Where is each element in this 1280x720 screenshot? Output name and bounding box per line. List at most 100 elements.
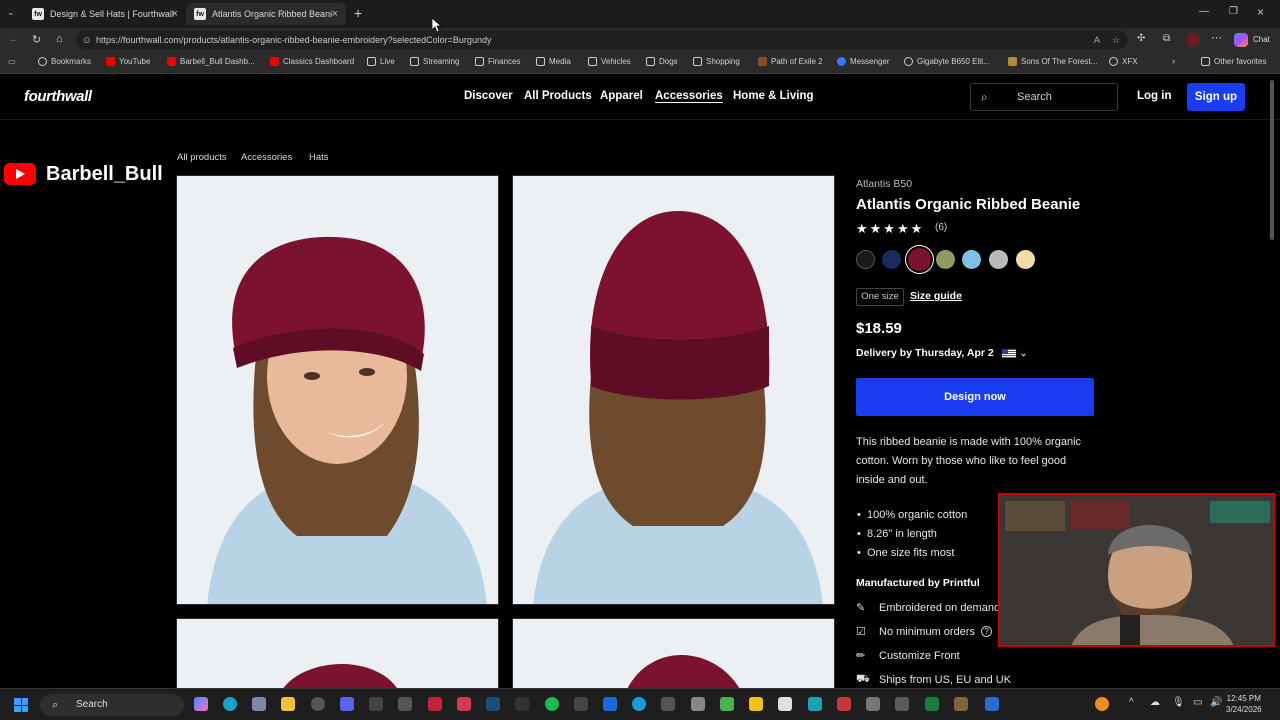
- notification-app-icon[interactable]: [1095, 697, 1109, 711]
- spotify-icon[interactable]: [545, 697, 559, 711]
- rating-stars[interactable]: ★★★★★: [856, 221, 924, 237]
- app-icon[interactable]: [515, 697, 529, 711]
- copilot-icon[interactable]: [1234, 33, 1248, 47]
- bookmark-item[interactable]: Vehicles: [588, 57, 631, 66]
- login-link[interactable]: Log in: [1137, 90, 1172, 102]
- onedrive-icon[interactable]: ☁: [1150, 697, 1160, 708]
- bookmark-item[interactable]: Messenger: [837, 57, 890, 66]
- microphone-icon[interactable]: 🎙: [1172, 697, 1185, 708]
- site-info-icon[interactable]: ⊙: [83, 31, 91, 49]
- bookmark-item[interactable]: Dogs: [646, 57, 678, 66]
- steam-icon[interactable]: [486, 697, 500, 711]
- app-icon[interactable]: [749, 697, 763, 711]
- bookmark-item[interactable]: XFX: [1109, 57, 1138, 66]
- favorite-star-icon[interactable]: ☆: [1112, 31, 1120, 49]
- size-guide-link[interactable]: Size guide: [910, 290, 962, 302]
- swatch-color[interactable]: [962, 250, 981, 269]
- app-icon[interactable]: [985, 697, 999, 711]
- tab-design-sell-hats[interactable]: fw Design & Sell Hats | Fourthwall ×: [24, 3, 186, 25]
- breadcrumb-all-products[interactable]: All products: [177, 152, 227, 163]
- bookmark-item[interactable]: Gigabyte B650 Elit...: [904, 57, 990, 66]
- search-input[interactable]: ⌕ Search: [970, 83, 1118, 111]
- extensions-icon[interactable]: ✣: [1137, 33, 1145, 44]
- speaker-icon[interactable]: 🔊: [1210, 697, 1222, 708]
- bookmark-item[interactable]: Barbell_Bull Dashb...: [167, 57, 255, 66]
- app-icon[interactable]: [837, 697, 851, 711]
- url-field[interactable]: ⊙ https://fourthwall.com/products/atlant…: [76, 31, 1128, 49]
- tab-list-chevron-icon[interactable]: ⌄: [7, 7, 15, 18]
- copilot-icon[interactable]: [194, 697, 208, 711]
- bookmark-item[interactable]: YouTube: [106, 57, 150, 66]
- read-aloud-icon[interactable]: A: [1094, 31, 1100, 49]
- bookmark-item[interactable]: Sons Of The Forest...: [1008, 57, 1097, 66]
- swatch-color[interactable]: [989, 250, 1008, 269]
- more-menu-icon[interactable]: ⋯: [1211, 31, 1222, 44]
- edge-icon[interactable]: [223, 697, 237, 711]
- bookmark-item[interactable]: Streaming: [410, 57, 459, 66]
- back-icon[interactable]: ←: [8, 33, 19, 45]
- windows-start-icon[interactable]: [14, 698, 28, 712]
- bookmark-item[interactable]: Media: [536, 57, 571, 66]
- swatch-color[interactable]: [856, 250, 875, 269]
- app-icon[interactable]: [895, 697, 909, 711]
- breadcrumb-hats[interactable]: Hats: [309, 152, 329, 163]
- file-explorer-icon[interactable]: [281, 697, 295, 711]
- product-photo-4[interactable]: [512, 618, 835, 698]
- nav-all-products[interactable]: All Products: [524, 90, 592, 102]
- delivery-estimate[interactable]: Delivery by Thursday, Apr 2 ⌄: [856, 347, 1027, 359]
- minimize-icon[interactable]: —: [1199, 6, 1209, 17]
- design-now-button[interactable]: Design now: [856, 378, 1094, 416]
- nav-apparel[interactable]: Apparel: [600, 90, 643, 102]
- bookmark-item[interactable]: Classics Dashboard: [270, 57, 354, 66]
- taskbar-clock[interactable]: 12:45 PM 3/24/2026: [1226, 693, 1262, 715]
- app-icon[interactable]: [778, 697, 792, 711]
- product-photo-front[interactable]: [176, 175, 499, 605]
- page-scrollbar[interactable]: [1270, 80, 1274, 240]
- new-tab-icon[interactable]: +: [354, 5, 362, 21]
- bookmark-item[interactable]: Live: [367, 57, 395, 66]
- app-icon[interactable]: [808, 697, 822, 711]
- swatch-color[interactable]: [882, 250, 901, 269]
- tab-atlantis-beanie[interactable]: fw Atlantis Organic Ribbed Beanie | F ×: [186, 3, 346, 25]
- app-icon[interactable]: [398, 697, 412, 711]
- app-icon[interactable]: [632, 697, 646, 711]
- signup-button[interactable]: Sign up: [1187, 83, 1245, 111]
- bookmark-item[interactable]: Bookmarks: [38, 57, 91, 66]
- app-icon[interactable]: [369, 697, 383, 711]
- bookmark-item-other[interactable]: Other favorites: [1201, 57, 1266, 66]
- app-icon[interactable]: [457, 697, 471, 711]
- settings-icon[interactable]: [252, 697, 266, 711]
- taskbar-search[interactable]: ⌕ Search: [40, 694, 184, 716]
- tray-overflow-icon[interactable]: ^: [1129, 697, 1134, 708]
- app-icon[interactable]: [866, 697, 880, 711]
- size-option[interactable]: One size: [856, 288, 904, 306]
- fourthwall-logo[interactable]: fourthwall: [24, 88, 92, 105]
- info-icon[interactable]: ?: [980, 626, 992, 637]
- maximize-icon[interactable]: ❐: [1229, 6, 1238, 17]
- bookmark-toggle-icon[interactable]: ▭: [8, 57, 16, 66]
- chat-label[interactable]: Chat: [1253, 35, 1270, 44]
- nav-home-living[interactable]: Home & Living: [733, 90, 814, 102]
- app-icon[interactable]: [574, 697, 588, 711]
- nav-accessories[interactable]: Accessories: [655, 90, 723, 102]
- bookmark-item[interactable]: Finances: [475, 57, 520, 66]
- app-icon[interactable]: [954, 697, 968, 711]
- app-icon[interactable]: [691, 697, 705, 711]
- app-icon[interactable]: [925, 697, 939, 711]
- refresh-icon[interactable]: ↻: [32, 33, 41, 46]
- breadcrumb-accessories[interactable]: Accessories: [241, 152, 292, 163]
- rating-count[interactable]: (6): [935, 222, 947, 233]
- app-icon[interactable]: [311, 697, 325, 711]
- bookmark-item[interactable]: Path of Exile 2: [758, 57, 823, 66]
- close-tab-icon[interactable]: ×: [332, 8, 338, 20]
- product-photo-3[interactable]: [176, 618, 499, 698]
- swatch-color-selected[interactable]: [908, 248, 931, 271]
- app-icon[interactable]: [720, 697, 734, 711]
- display-icon[interactable]: ▭: [1193, 697, 1202, 708]
- swatch-color[interactable]: [936, 250, 955, 269]
- nav-discover[interactable]: Discover: [464, 90, 513, 102]
- profile-avatar[interactable]: [1186, 33, 1200, 47]
- bookmarks-overflow-icon[interactable]: ›: [1172, 56, 1175, 66]
- close-tab-icon[interactable]: ×: [172, 8, 178, 20]
- bookmark-item[interactable]: Shopping: [693, 57, 740, 66]
